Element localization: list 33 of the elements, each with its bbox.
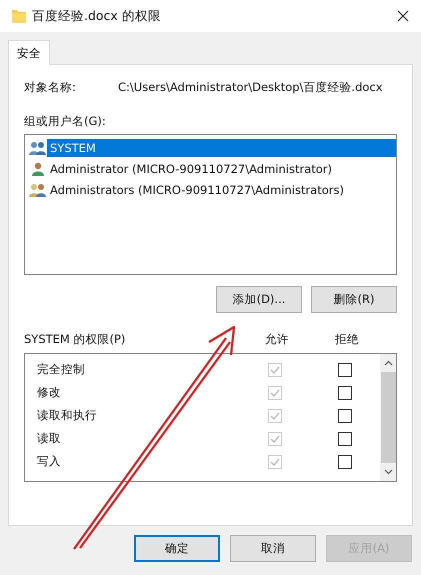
window-title: 百度经验.docx 的权限 <box>32 8 162 24</box>
tab[interactable]: 安全 <box>8 40 50 65</box>
permission-name: 读取 <box>37 431 62 446</box>
user-list-item[interactable]: Administrators (MICRO-909110727\Administrators) <box>47 180 347 198</box>
dialog-button[interactable]: 取消 <box>230 535 316 562</box>
folder-icon <box>12 9 26 23</box>
permission-name: 读取和执行 <box>37 408 98 423</box>
field-label: 对象名称: <box>24 80 77 94</box>
dialog-button[interactable]: 确定 <box>134 535 220 562</box>
object-path: C:\Users\Administrator\Desktop\百度经验.docx <box>118 80 383 94</box>
checkbox[interactable] <box>338 432 352 446</box>
user-icon <box>29 162 47 176</box>
permission-name: 完全控制 <box>37 362 86 377</box>
close-icon[interactable] <box>397 10 409 22</box>
section-label: SYSTEM 的权限(P) <box>24 332 126 347</box>
scroll-up-icon[interactable] <box>384 360 392 366</box>
scroll-down-icon[interactable] <box>384 469 392 475</box>
user-list-item[interactable]: SYSTEM <box>47 138 396 156</box>
users-icon <box>29 140 47 154</box>
dialog-button[interactable]: 删除(R) <box>311 286 397 313</box>
user-list-item[interactable]: Administrator (MICRO-909110727\Administrator) <box>47 160 335 178</box>
permission-name: 修改 <box>37 385 62 400</box>
column-header: 拒绝 <box>334 332 360 347</box>
users-icon <box>29 182 47 196</box>
checkbox[interactable] <box>338 386 352 400</box>
checkbox[interactable] <box>338 408 352 422</box>
checkbox[interactable] <box>338 362 352 376</box>
scrollbar[interactable] <box>380 354 396 481</box>
permission-name: 写入 <box>37 454 62 469</box>
dialog-button[interactable]: 添加(D)... <box>216 286 302 313</box>
checkbox[interactable] <box>338 454 352 468</box>
column-header: 允许 <box>264 332 290 347</box>
field-label: 组或用户名(G): <box>24 114 107 129</box>
